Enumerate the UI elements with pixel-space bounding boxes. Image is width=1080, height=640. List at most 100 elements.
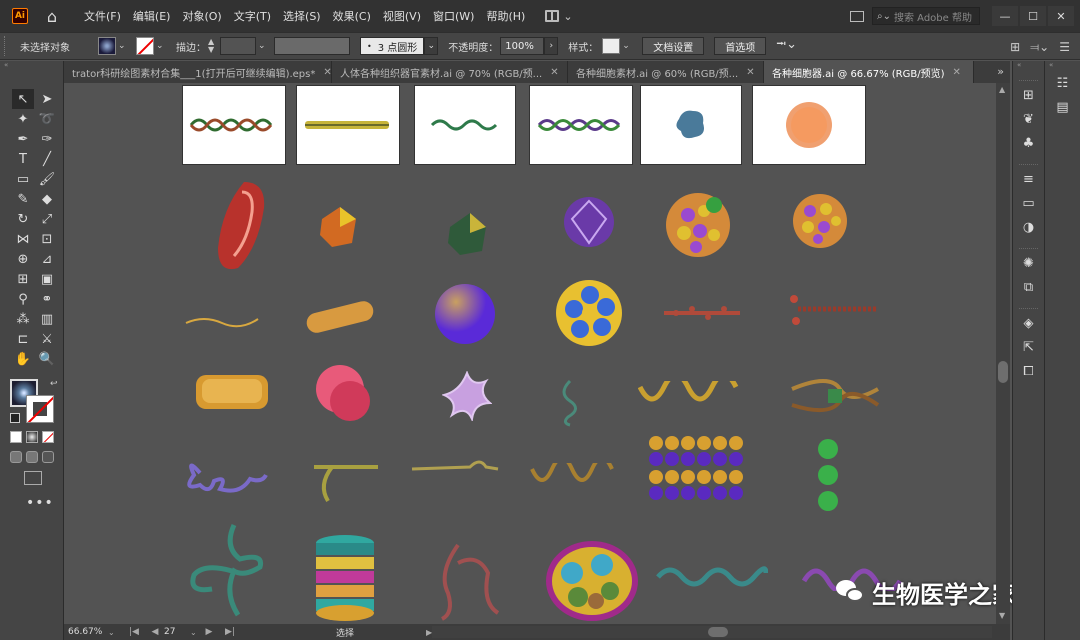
draw-behind-icon[interactable] — [26, 451, 38, 463]
menu-file[interactable]: 文件(F) — [78, 8, 127, 24]
stroke-panel-icon[interactable]: ≡ — [1018, 169, 1040, 189]
vertical-scrollbar[interactable]: ▲ ▼ — [996, 83, 1010, 624]
collapse-icon[interactable]: « — [1045, 61, 1080, 69]
stroke-spinner[interactable]: ▲ ▼ — [208, 38, 220, 54]
paintbrush-tool-icon[interactable]: 🖌 — [36, 169, 58, 189]
menu-object[interactable]: 对象(O) — [176, 8, 227, 24]
help-search-input[interactable]: ⌕⌄ 搜索 Adobe 帮助 — [872, 7, 980, 25]
graphic-style-swatch[interactable] — [602, 38, 621, 54]
close-icon[interactable]: ✕ — [323, 67, 331, 78]
none-mode-icon[interactable] — [42, 431, 54, 443]
scroll-down-icon[interactable]: ▼ — [999, 611, 1005, 620]
menu-view[interactable]: 视图(V) — [377, 8, 427, 24]
pen-tool-icon[interactable]: ✒ — [12, 129, 34, 149]
home-icon[interactable]: ⌂ — [42, 6, 62, 26]
artboard[interactable] — [296, 85, 400, 165]
document-info-icon[interactable]: ▤ — [1052, 97, 1074, 117]
scroll-thumb[interactable] — [998, 361, 1008, 383]
next-artboard-button[interactable]: ▶ — [202, 627, 216, 637]
artboard[interactable] — [640, 85, 742, 165]
chevron-down-icon[interactable]: ⌄ — [190, 628, 202, 637]
scale-tool-icon[interactable]: ⤢ — [36, 209, 58, 229]
close-icon[interactable]: ✕ — [550, 67, 558, 78]
arrange-icon[interactable]: ⭲⌄ — [776, 35, 797, 57]
chevron-down-icon[interactable]: ⌄ — [622, 41, 632, 51]
mesh-tool-icon[interactable]: ⊞ — [12, 269, 34, 289]
fill-swatch[interactable] — [98, 37, 116, 55]
draw-inside-icon[interactable] — [42, 451, 54, 463]
menu-type[interactable]: 文字(T) — [228, 8, 277, 24]
perspective-grid-tool-icon[interactable]: ⊿ — [36, 249, 58, 269]
close-icon[interactable]: ✕ — [952, 67, 960, 78]
draw-normal-icon[interactable] — [10, 451, 22, 463]
tab-document-4-active[interactable]: 各种细胞器.ai @ 66.67% (RGB/预览) ✕ — [764, 61, 974, 83]
close-button[interactable]: ✕ — [1048, 6, 1074, 26]
menu-window[interactable]: 窗口(W) — [427, 8, 480, 24]
maximize-button[interactable]: ☐ — [1020, 6, 1046, 26]
panel-toggle-icon[interactable] — [850, 10, 864, 22]
shaper-tool-icon[interactable]: ✎ — [12, 189, 34, 209]
chevron-down-icon[interactable]: ⌄ — [118, 41, 128, 51]
swap-arrow-icon[interactable]: ↩ — [50, 379, 58, 389]
transparency-icon[interactable]: ◑ — [1018, 217, 1040, 237]
gradient-tool-icon[interactable]: ▣ — [36, 269, 58, 289]
transform-icon[interactable]: ⊞ — [1010, 40, 1020, 54]
selection-tool-icon[interactable]: ↖ — [12, 89, 34, 109]
menu-help[interactable]: 帮助(H) — [480, 8, 531, 24]
gradient-panel-icon[interactable]: ▭ — [1018, 193, 1040, 213]
tab-document-1[interactable]: trator科研绘图素材合集___1(打开后可继续编辑).eps* ✕ — [64, 61, 332, 83]
menu-list-icon[interactable]: ☰ — [1059, 40, 1070, 54]
collapse-icon[interactable]: « — [0, 61, 63, 69]
rectangle-tool-icon[interactable]: ▭ — [12, 169, 34, 189]
grip-handle[interactable] — [4, 36, 8, 56]
scroll-up-icon[interactable]: ▲ — [999, 85, 1005, 94]
chevron-down-icon[interactable]: ⌄ — [258, 41, 268, 51]
libraries-icon[interactable]: ⊞ — [1018, 85, 1040, 105]
close-icon[interactable]: ✕ — [746, 67, 754, 78]
first-artboard-button[interactable]: |◀ — [120, 627, 148, 637]
artboard[interactable] — [414, 85, 516, 165]
tab-overflow-icon[interactable]: » — [997, 65, 1004, 78]
column-graph-tool-icon[interactable]: ▥ — [36, 309, 58, 329]
scroll-thumb[interactable] — [708, 627, 728, 637]
lasso-tool-icon[interactable]: ➰ — [36, 109, 58, 129]
properties-icon[interactable]: ☷ — [1052, 73, 1074, 93]
collapse-icon[interactable]: « — [1013, 61, 1044, 69]
brush-definition-select[interactable]: • 3 点圆形 — [360, 37, 425, 55]
gradient-mode-icon[interactable] — [26, 431, 38, 443]
artboard[interactable] — [182, 85, 286, 165]
screen-mode-icon[interactable] — [24, 471, 42, 485]
stroke-swatch[interactable] — [136, 37, 154, 55]
menu-effect[interactable]: 效果(C) — [327, 8, 377, 24]
default-colors-icon[interactable] — [10, 413, 20, 423]
artboard-number-input[interactable]: 27 — [162, 627, 190, 637]
layers-icon[interactable]: ◈ — [1018, 313, 1040, 333]
zoom-level-input[interactable]: 66.67% — [64, 627, 108, 637]
menu-select[interactable]: 选择(S) — [277, 8, 327, 24]
canvas[interactable] — [64, 83, 996, 624]
zoom-tool-icon[interactable]: 🔍 — [36, 349, 58, 369]
menu-edit[interactable]: 编辑(E) — [127, 8, 177, 24]
symbol-sprayer-tool-icon[interactable]: ⁂ — [12, 309, 34, 329]
opacity-expand-button[interactable]: › — [544, 37, 559, 55]
graphic-styles-icon[interactable]: ⧉ — [1018, 277, 1040, 297]
free-transform-tool-icon[interactable]: ⊡ — [36, 229, 58, 249]
blend-tool-icon[interactable]: ⚭ — [36, 289, 58, 309]
more-tools-icon[interactable]: ••• — [26, 495, 54, 511]
stroke-color-swatch[interactable] — [26, 395, 54, 423]
workspace-switcher[interactable]: ⌄ — [545, 10, 573, 23]
minimize-button[interactable]: — — [992, 6, 1018, 26]
artboard-tool-icon[interactable]: ⊏ — [12, 329, 34, 349]
magic-wand-tool-icon[interactable]: ✦ — [12, 109, 34, 129]
chevron-down-icon[interactable]: ⌄ — [156, 41, 166, 51]
eyedropper-tool-icon[interactable]: ⚲ — [12, 289, 34, 309]
artboard[interactable] — [529, 85, 633, 165]
brushes-icon[interactable]: ❦ — [1018, 109, 1040, 129]
curvature-tool-icon[interactable]: ✑ — [36, 129, 58, 149]
brush-dropdown-button[interactable]: ⌄ — [424, 37, 439, 55]
slice-tool-icon[interactable]: ⚔ — [36, 329, 58, 349]
preferences-button[interactable]: 首选项 — [714, 37, 767, 55]
rotate-tool-icon[interactable]: ↻ — [12, 209, 34, 229]
type-tool-icon[interactable]: T — [12, 149, 34, 169]
artboard[interactable] — [752, 85, 866, 165]
